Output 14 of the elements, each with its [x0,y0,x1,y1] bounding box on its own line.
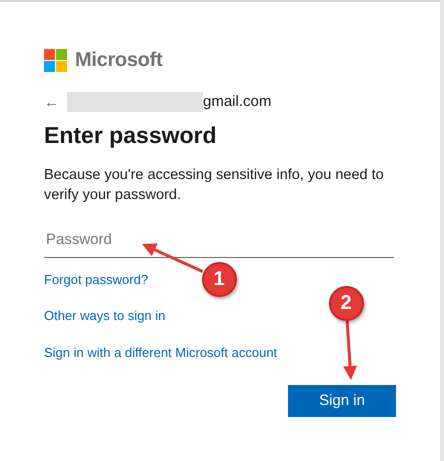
annotation-arrow [343,320,358,380]
back-button[interactable]: ← [44,94,59,110]
sign-in-button[interactable]: Sign in [288,385,396,418]
page-heading: Enter password [44,122,218,150]
text-link[interactable]: Other ways to sign in [44,306,166,326]
brand-name: Microsoft [75,48,162,73]
description-text: Because you're accessing sensitive info, you need to verify your password. [44,166,385,206]
text-link[interactable]: Sign in with a different Microsoft account [44,342,278,362]
email-text: gmail.com [203,92,272,112]
step-number-badge: 2 [328,286,364,320]
logo-icon [44,48,67,72]
text-link[interactable]: Forgot password? [44,270,148,290]
annotation-arrow [142,243,204,273]
step-number-badge: 1 [202,262,236,296]
